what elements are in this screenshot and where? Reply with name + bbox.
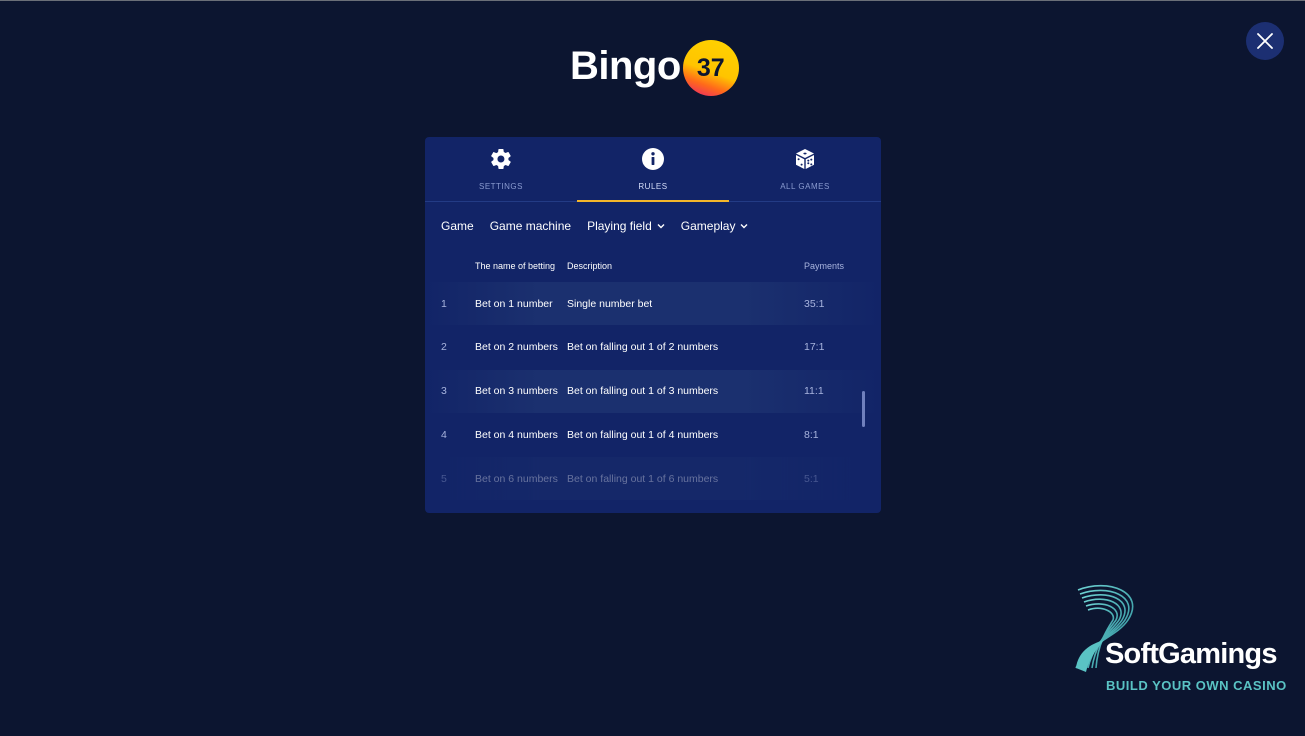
- row-description: Bet on falling out 1 of 4 numbers: [567, 428, 719, 441]
- row-name: Bet on 2 numbers: [475, 341, 558, 354]
- row-payment: 11:1: [804, 385, 824, 397]
- row-name: Bet on 4 numbers: [475, 428, 558, 441]
- row-description: Bet on falling out 1 of 6 numbers: [567, 472, 719, 485]
- close-button[interactable]: [1246, 22, 1284, 60]
- tab-settings[interactable]: SETTINGS: [425, 137, 577, 201]
- row-payment: 8:1: [804, 428, 819, 441]
- row-name: Bet on 1 number: [475, 297, 553, 310]
- info-icon: [641, 147, 665, 171]
- softgamings-watermark: SoftGamings BUILD YOUR OWN CASINO: [1068, 580, 1298, 700]
- row-index: 4: [441, 428, 447, 441]
- row-index: 3: [441, 385, 447, 397]
- table-row: 3 Bet on 3 numbers Bet on falling out 1 …: [425, 369, 881, 413]
- top-border: [0, 0, 1305, 1]
- row-index: 1: [441, 297, 447, 310]
- table-row: 4 Bet on 4 numbers Bet on falling out 1 …: [425, 413, 881, 456]
- tab-bar: SETTINGS RULES ALL GAMES: [425, 137, 881, 202]
- row-name: Bet on 6 numbers: [475, 472, 558, 485]
- row-description: Single number bet: [567, 297, 653, 310]
- subnav-gameplay[interactable]: Gameplay: [681, 219, 749, 233]
- header-payments: Payments: [804, 261, 845, 271]
- logo-number: 37: [696, 53, 725, 82]
- row-description: Bet on falling out 1 of 3 numbers: [567, 385, 719, 397]
- subnav-gameplay-label: Gameplay: [680, 219, 736, 233]
- chevron-down-icon: [740, 224, 748, 229]
- gear-icon: [489, 147, 513, 171]
- tab-all-games-label: ALL GAMES: [780, 182, 830, 191]
- logo-text: Bingo: [570, 44, 681, 88]
- tab-all-games[interactable]: ALL GAMES: [729, 137, 881, 201]
- row-description: Bet on falling out 1 of 2 numbers: [567, 341, 719, 354]
- row-payment: 17:1: [804, 341, 825, 354]
- logo-ball: 37: [682, 40, 739, 96]
- subnav-game[interactable]: Game: [441, 219, 474, 233]
- tab-settings-label: SETTINGS: [478, 182, 523, 191]
- subnav-playing-field[interactable]: Playing field: [587, 219, 665, 233]
- subnav-game-machine-label: Game machine: [489, 219, 572, 233]
- bets-table[interactable]: The name of betting Description Payments…: [425, 250, 881, 500]
- chevron-down-icon: [657, 224, 665, 229]
- header-name: The name of betting: [475, 261, 556, 271]
- tab-rules-label: RULES: [638, 182, 668, 191]
- table-row: 1 Bet on 1 number Single number bet 35:1: [425, 282, 881, 325]
- header-description: Description: [567, 261, 613, 271]
- table-header: The name of betting Description Payments: [425, 250, 881, 282]
- close-icon: [1257, 33, 1273, 49]
- rules-subnav: Game Game machine Playing field Gameplay: [425, 202, 881, 250]
- row-index: 5: [441, 472, 447, 485]
- row-index: 2: [441, 341, 447, 354]
- softgamings-name: SoftGamings: [1105, 638, 1277, 670]
- row-name: Bet on 3 numbers: [475, 385, 558, 397]
- bingo-37-logo: Bingo 37: [570, 38, 739, 98]
- dice-icon: [793, 147, 817, 171]
- rules-panel: SETTINGS RULES ALL GAMES Game Game machi…: [425, 137, 881, 513]
- softgamings-tagline: BUILD YOUR OWN CASINO: [1106, 678, 1287, 693]
- subnav-game-label: Game: [441, 219, 474, 233]
- tab-rules[interactable]: RULES: [577, 137, 729, 202]
- row-payment: 35:1: [804, 297, 825, 310]
- subnav-playing-field-label: Playing field: [587, 219, 652, 233]
- subnav-game-machine[interactable]: Game machine: [490, 219, 571, 233]
- row-payment: 5:1: [804, 472, 819, 485]
- table-row: 2 Bet on 2 numbers Bet on falling out 1 …: [425, 326, 881, 369]
- table-row: 5 Bet on 6 numbers Bet on falling out 1 …: [425, 457, 881, 500]
- table-scrollbar[interactable]: [862, 391, 865, 427]
